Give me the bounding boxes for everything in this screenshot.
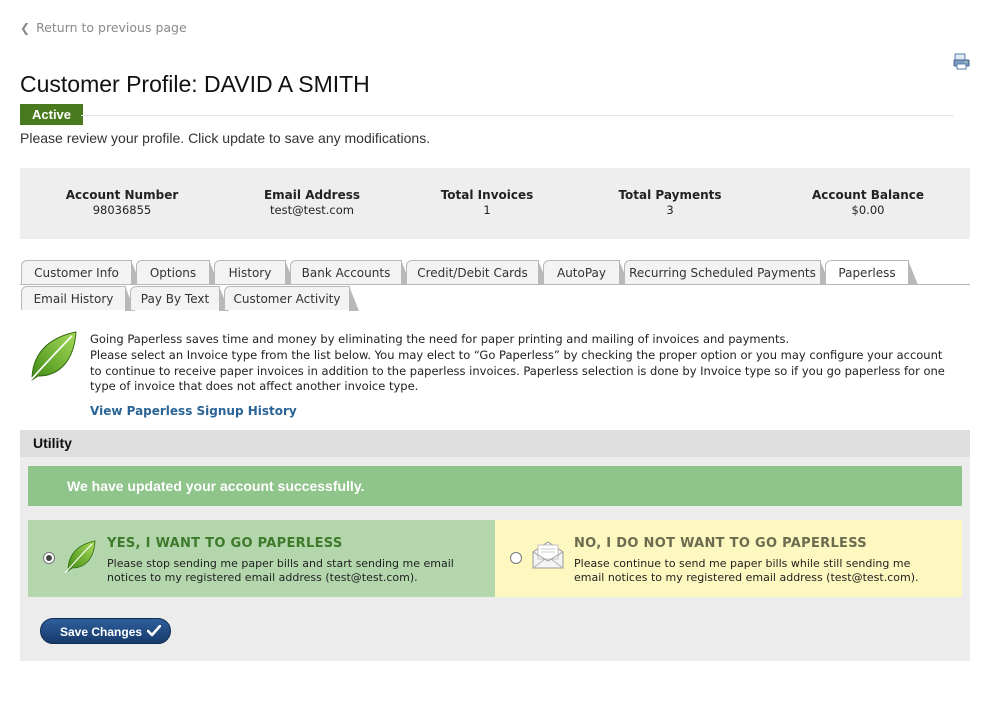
- option-keep-paper[interactable]: NO, I DO NOT WANT TO GO PAPERLESS Please…: [495, 520, 962, 597]
- tab-email-history[interactable]: Email History: [21, 286, 135, 311]
- utility-header: Utility: [20, 430, 970, 457]
- tabs-divider: [20, 284, 970, 285]
- go-paperless-description: Please stop sending me paper bills and s…: [107, 557, 454, 584]
- summary-value: 1: [483, 203, 491, 217]
- save-changes-label: Save Changes: [60, 625, 143, 639]
- utility-section: Utility We have updated your account suc…: [20, 430, 970, 661]
- save-changes-button[interactable]: Save Changes: [40, 618, 171, 644]
- account-summary: Account Number 98036855 Email Address te…: [20, 168, 970, 239]
- chevron-left-icon: ❮: [20, 21, 31, 35]
- keep-paper-title: NO, I DO NOT WANT TO GO PAPERLESS: [574, 536, 867, 551]
- summary-total-invoices: Total Invoices 1: [397, 188, 577, 217]
- summary-email: Email Address test@test.com: [222, 188, 402, 217]
- keep-paper-description: Please continue to send me paper bills w…: [574, 557, 919, 584]
- go-paperless-title: YES, I WANT TO GO PAPERLESS: [107, 536, 343, 551]
- option-go-paperless[interactable]: YES, I WANT TO GO PAPERLESS Please stop …: [28, 520, 495, 597]
- page-title: Customer Profile: DAVID A SMITH: [20, 71, 370, 97]
- tab-options[interactable]: Options: [136, 260, 219, 285]
- utility-heading: Utility: [33, 435, 72, 451]
- paperless-instructions: Please select an Invoice type from the l…: [90, 347, 945, 394]
- summary-value: 98036855: [92, 203, 152, 217]
- checkmark-icon: [147, 625, 161, 637]
- summary-label: Total Invoices: [440, 188, 534, 202]
- return-link[interactable]: ❮ Return to previous page: [20, 20, 187, 35]
- return-link-label: Return to previous page: [36, 20, 187, 35]
- paperless-intro-line: Going Paperless saves time and money by …: [90, 332, 790, 346]
- go-paperless-radio[interactable]: [43, 552, 55, 564]
- print-icon[interactable]: [953, 53, 970, 70]
- tab-bank-accounts[interactable]: Bank Accounts: [290, 260, 411, 285]
- intro-text: Please review your profile. Click update…: [20, 130, 431, 146]
- summary-label: Email Address: [263, 188, 360, 202]
- keep-paper-radio[interactable]: [510, 552, 522, 564]
- paperless-description: Going Paperless saves time and money by …: [90, 332, 950, 395]
- summary-label: Total Payments: [618, 188, 722, 202]
- summary-value: $0.00: [851, 203, 885, 217]
- summary-total-payments: Total Payments 3: [580, 188, 760, 217]
- summary-value: test@test.com: [270, 203, 354, 217]
- tab-customer-activity[interactable]: Customer Activity: [224, 286, 359, 311]
- tab-paperless[interactable]: Paperless: [825, 260, 918, 285]
- tab-credit-debit-cards[interactable]: Credit/Debit Cards: [406, 260, 548, 285]
- summary-account-number: Account Number 98036855: [32, 188, 212, 217]
- summary-value: 3: [666, 203, 674, 217]
- success-banner: We have updated your account successfull…: [28, 466, 962, 506]
- tab-pay-by-text[interactable]: Pay By Text: [130, 286, 229, 311]
- tab-history[interactable]: History: [214, 260, 295, 285]
- status-badge: Active: [20, 104, 84, 125]
- envelope-icon: [532, 541, 564, 569]
- summary-label: Account Number: [65, 188, 179, 202]
- tab-recurring-scheduled-payments[interactable]: Recurring Scheduled Payments: [624, 260, 830, 285]
- summary-label: Account Balance: [811, 188, 924, 202]
- leaf-icon: [64, 540, 96, 574]
- success-message: We have updated your account successfull…: [67, 478, 365, 494]
- title-divider: [81, 115, 954, 116]
- summary-account-balance: Account Balance $0.00: [778, 188, 958, 217]
- tab-customer-info[interactable]: Customer Info: [21, 260, 141, 285]
- tab-autopay[interactable]: AutoPay: [543, 260, 629, 285]
- leaf-icon: [27, 331, 77, 384]
- paperless-history-link[interactable]: View Paperless Signup History: [90, 404, 297, 418]
